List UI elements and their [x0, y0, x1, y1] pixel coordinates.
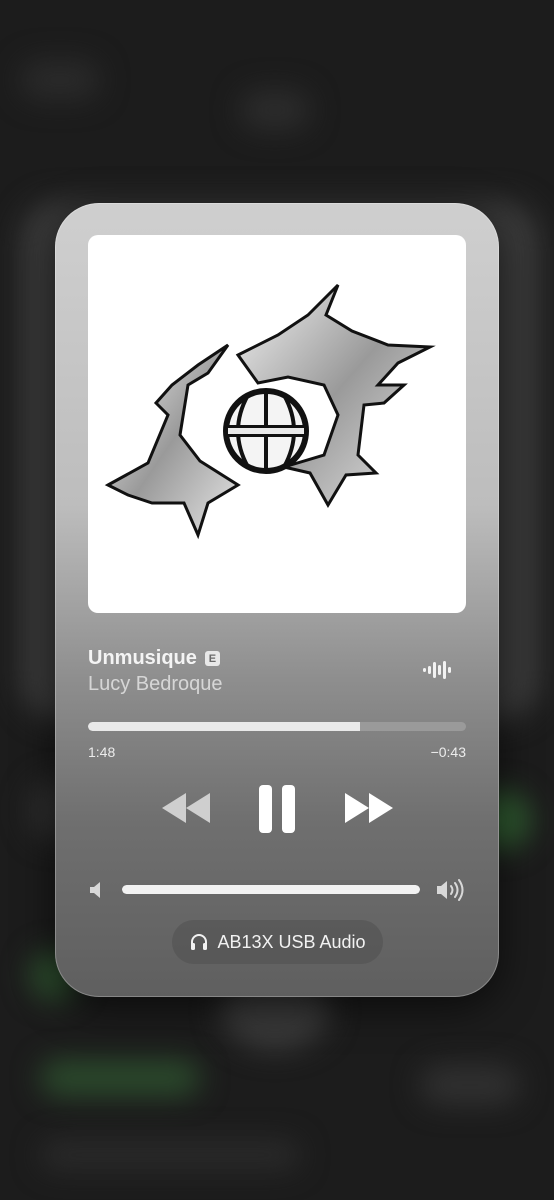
- output-device-button[interactable]: AB13X USB Audio: [172, 920, 383, 964]
- background-blur: [20, 60, 100, 100]
- progress-fill: [88, 722, 361, 731]
- background-blur: [40, 1140, 300, 1170]
- background-blur: [40, 1060, 200, 1096]
- background-blur: [240, 90, 310, 130]
- now-playing-card: Unmusique E Lucy Bedroque 1:48 −0:43 AB1…: [55, 203, 499, 997]
- album-artwork[interactable]: [88, 235, 466, 613]
- forward-button[interactable]: [343, 791, 395, 825]
- speaker-icon: [90, 882, 100, 898]
- waveform-icon[interactable]: [422, 658, 454, 682]
- artwork-logo-icon: [104, 283, 436, 540]
- output-device-label: AB13X USB Audio: [217, 931, 366, 952]
- time-remaining: −0:43: [430, 744, 466, 760]
- pause-button[interactable]: [255, 783, 299, 835]
- background-blur: [420, 1065, 520, 1105]
- headphones-icon: [191, 934, 208, 950]
- volume-slider[interactable]: [122, 885, 420, 894]
- time-elapsed: 1:48: [88, 744, 116, 760]
- track-title[interactable]: Unmusique: [88, 647, 197, 670]
- speaker-wave-icon: [437, 879, 464, 901]
- explicit-badge: E: [204, 651, 220, 666]
- volume-fill: [122, 885, 420, 894]
- rewind-button[interactable]: [160, 791, 212, 825]
- track-artist[interactable]: Lucy Bedroque: [88, 673, 223, 696]
- progress-bar[interactable]: [88, 722, 466, 731]
